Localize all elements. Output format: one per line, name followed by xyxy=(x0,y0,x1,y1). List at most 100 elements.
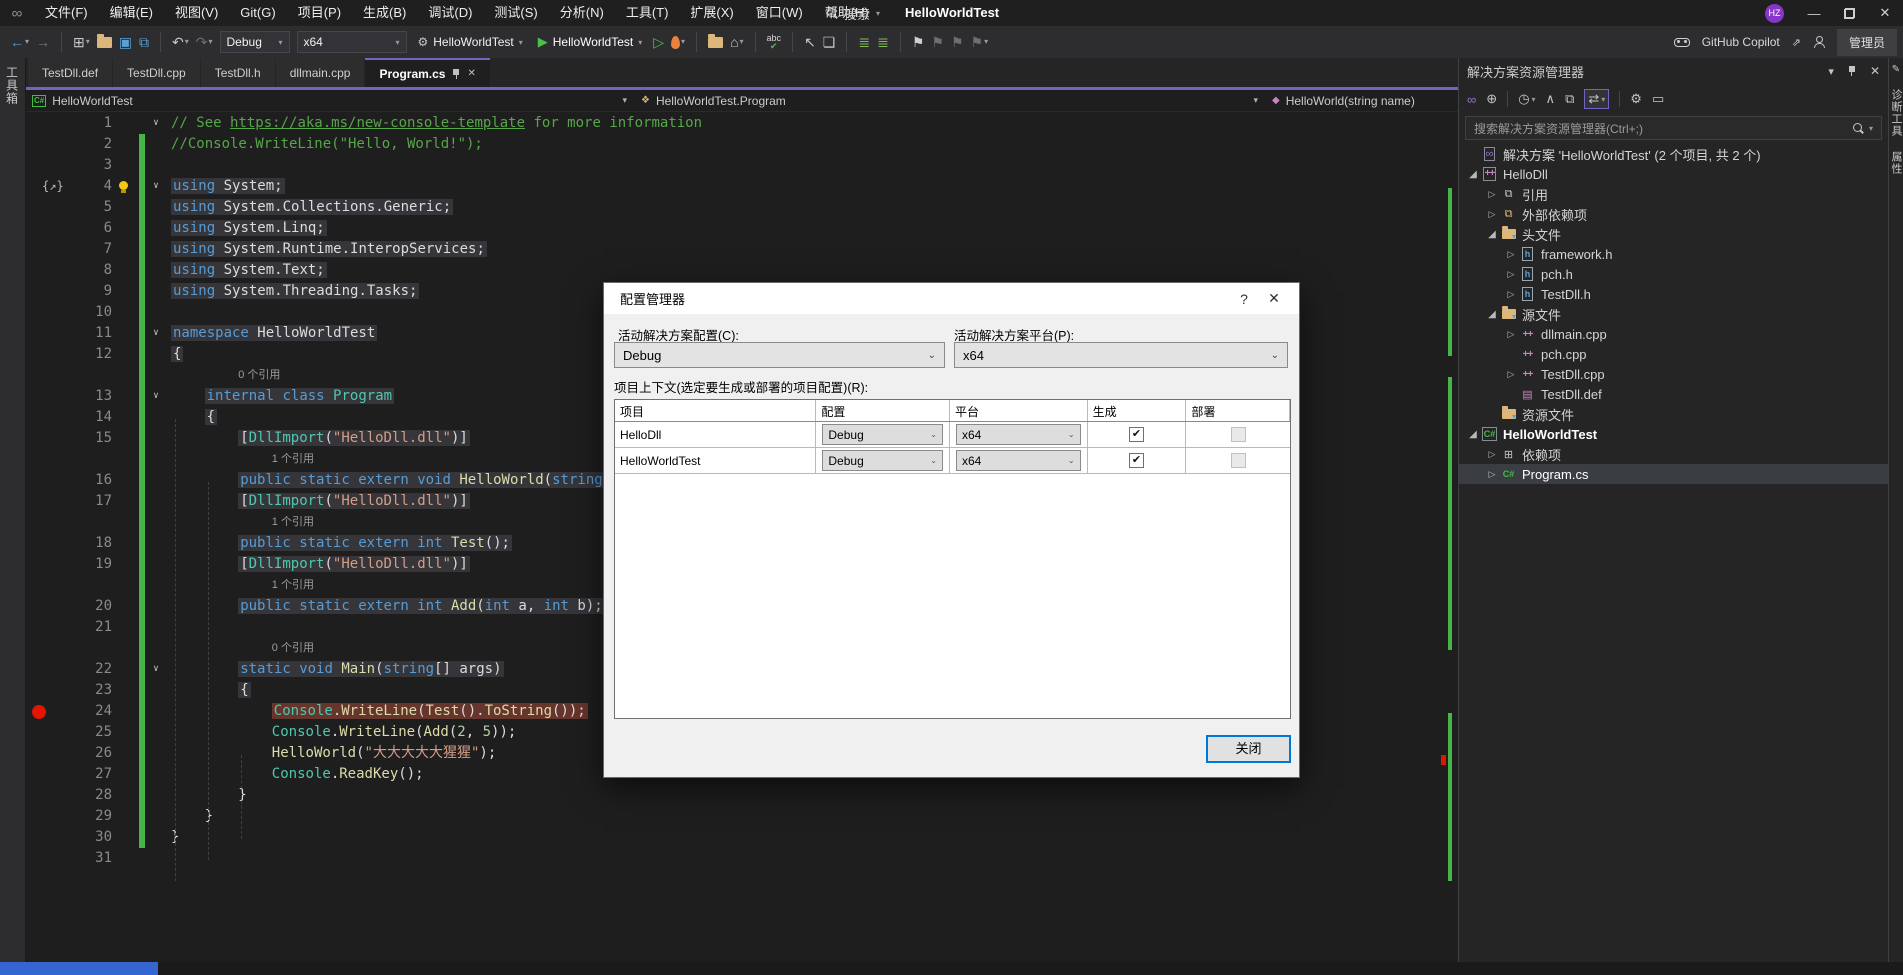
navigate-cursor-icon[interactable]: ↖ xyxy=(804,35,816,49)
menu-item[interactable]: Git(G) xyxy=(229,5,286,20)
github-copilot-icon[interactable] xyxy=(1674,38,1690,47)
deploy-checkbox[interactable] xyxy=(1231,427,1246,442)
document-tab[interactable]: dllmain.cpp xyxy=(276,58,365,87)
person-icon[interactable] xyxy=(1813,36,1825,48)
tree-item[interactable]: ▷⧉引用 xyxy=(1459,184,1888,204)
close-icon[interactable]: ✕ xyxy=(467,68,475,79)
breadcrumb-member[interactable]: ◆ HelloWorld(string name) xyxy=(1266,90,1458,111)
expander-icon[interactable]: ◢ xyxy=(1465,429,1481,440)
find-in-files-icon[interactable] xyxy=(708,37,723,48)
pin-icon[interactable] xyxy=(452,69,460,79)
menu-item[interactable]: 分析(N) xyxy=(549,5,615,20)
tab-properties[interactable]: 属性 xyxy=(1888,151,1903,175)
toolbox-tab[interactable]: 工具箱 xyxy=(5,66,21,105)
menu-item[interactable]: 工具(T) xyxy=(615,5,680,20)
build-checkbox[interactable]: ✔ xyxy=(1129,427,1144,442)
dialog-close-icon[interactable]: ✕ xyxy=(1259,290,1289,307)
bookmark-clear-icon[interactable]: ⚑▾ xyxy=(971,35,989,49)
fold-arrow-icon[interactable]: ∨ xyxy=(148,113,164,134)
close-icon[interactable]: ✕ xyxy=(1870,64,1880,78)
platform-combo[interactable]: x64⌄ xyxy=(956,424,1081,445)
expander-icon[interactable]: ▷ xyxy=(1484,209,1500,220)
expander-icon[interactable]: ◢ xyxy=(1484,309,1500,320)
codelens-references[interactable]: 0 个引用 xyxy=(272,638,314,659)
tree-item[interactable]: ++pch.cpp xyxy=(1459,344,1888,364)
menu-item[interactable]: 调试(D) xyxy=(417,5,483,20)
expander-icon[interactable]: ▷ xyxy=(1503,249,1519,260)
help-button[interactable]: ? xyxy=(1229,291,1259,307)
expander-icon[interactable]: ▷ xyxy=(1484,449,1500,460)
properties-pages-icon[interactable]: ⧉ xyxy=(1565,91,1574,107)
fold-arrow-icon[interactable]: ∨ xyxy=(148,176,164,197)
config-combo[interactable]: Debug⌄ xyxy=(822,450,943,471)
undo-icon[interactable]: ↶▾ xyxy=(172,35,189,49)
chevron-down-icon[interactable]: ▾ xyxy=(1828,65,1834,78)
table-row[interactable]: HelloDllDebug⌄x64⌄✔ xyxy=(615,422,1290,448)
expander-icon[interactable]: ▷ xyxy=(1503,369,1519,380)
solution-config-combo[interactable]: Debug▾ xyxy=(220,31,290,53)
tree-item[interactable]: ▷⊞依赖项 xyxy=(1459,444,1888,464)
bookmark-prev-icon[interactable]: ⚑ xyxy=(931,35,944,49)
expander-icon[interactable]: ▷ xyxy=(1503,269,1519,280)
config-combo[interactable]: Debug⌄ xyxy=(822,424,943,445)
run-button[interactable]: ▶HelloWorldTest▾ xyxy=(534,34,647,50)
codelens-references[interactable]: 1 个引用 xyxy=(272,512,314,533)
tab-diagnostic-tools[interactable]: 诊断工具 xyxy=(1888,89,1903,137)
solution-platform-combo[interactable]: x64▾ xyxy=(297,31,407,53)
wrench-icon[interactable]: ⚙ xyxy=(1630,91,1642,107)
new-project-icon[interactable]: ⊞▾ xyxy=(73,35,90,49)
open-file-icon[interactable] xyxy=(97,37,112,48)
tree-item[interactable]: 资源文件 xyxy=(1459,404,1888,424)
minimize-button[interactable]: — xyxy=(1804,6,1824,21)
solution-search-box[interactable]: 搜索解决方案资源管理器(Ctrl+;) ▾ xyxy=(1465,116,1882,140)
tree-item[interactable]: ∞解决方案 'HelloWorldTest' (2 个项目, 共 2 个) xyxy=(1459,144,1888,164)
preview-window-icon[interactable]: ⌂▾ xyxy=(730,35,743,49)
save-all-icon[interactable]: ⧉ xyxy=(139,35,149,49)
pin-icon[interactable] xyxy=(1848,66,1856,76)
scrollbar-change-mark[interactable] xyxy=(1448,377,1452,650)
tree-item[interactable]: ▷hTestDll.h xyxy=(1459,284,1888,304)
bookmark-icon[interactable]: ⚑ xyxy=(912,35,925,49)
expander-icon[interactable]: ◢ xyxy=(1484,229,1500,240)
switch-views-icon[interactable]: ∞ xyxy=(1467,92,1476,107)
dialog-close-button[interactable]: 关闭 xyxy=(1206,735,1291,763)
avatar[interactable]: HZ xyxy=(1765,4,1784,23)
menu-item[interactable]: 编辑(E) xyxy=(99,5,164,20)
build-checkbox[interactable]: ✔ xyxy=(1129,453,1144,468)
expander-icon[interactable]: ▷ xyxy=(1503,289,1519,300)
menu-item[interactable]: 窗口(W) xyxy=(745,5,814,20)
indent-icon[interactable]: ≣ xyxy=(877,35,889,49)
spell-check-icon[interactable]: abc✔ xyxy=(767,34,782,50)
expander-icon[interactable]: ▷ xyxy=(1484,189,1500,200)
menu-item[interactable]: 测试(S) xyxy=(483,5,548,20)
unindent-icon[interactable]: ≣ xyxy=(858,35,870,49)
globe-icon[interactable]: ⊕ xyxy=(1486,91,1497,107)
github-copilot-label[interactable]: GitHub Copilot xyxy=(1702,35,1780,49)
tree-item[interactable]: ▤TestDll.def xyxy=(1459,384,1888,404)
close-button[interactable]: ✕ xyxy=(1875,5,1895,21)
codelens-references[interactable]: 0 个引用 xyxy=(238,365,280,386)
sync-active-document-icon[interactable]: ⇄▾ xyxy=(1584,89,1609,109)
fold-arrow-icon[interactable]: ∨ xyxy=(148,659,164,680)
document-tab[interactable]: TestDll.cpp xyxy=(113,58,200,87)
tree-item[interactable]: ▷⧉外部依赖项 xyxy=(1459,204,1888,224)
run-without-debug-icon[interactable]: ▷ xyxy=(653,35,664,49)
brace-suggestion-icon[interactable]: {↗} xyxy=(42,176,64,197)
tree-item[interactable]: ▷hpch.h xyxy=(1459,264,1888,284)
menu-item[interactable]: 扩展(X) xyxy=(679,5,744,20)
expander-icon[interactable]: ▷ xyxy=(1484,469,1500,480)
bookmark-next-icon[interactable]: ⚑ xyxy=(951,35,964,49)
nav-forward-icon[interactable]: → xyxy=(36,35,50,49)
expander-icon[interactable]: ◢ xyxy=(1465,169,1481,180)
tree-item[interactable]: ◢源文件 xyxy=(1459,304,1888,324)
breadcrumb-type[interactable]: ❖ HelloWorldTest.Program ▾ xyxy=(635,90,1266,111)
codelens-references[interactable]: 1 个引用 xyxy=(272,575,314,596)
table-row[interactable]: HelloWorldTestDebug⌄x64⌄✔ xyxy=(615,448,1290,474)
document-tab[interactable]: TestDll.def xyxy=(28,58,112,87)
redo-icon[interactable]: ↷▾ xyxy=(196,35,213,49)
deploy-checkbox[interactable] xyxy=(1231,453,1246,468)
active-config-combo[interactable]: Debug ⌄ xyxy=(614,342,945,368)
menu-item[interactable]: 文件(F) xyxy=(34,5,99,20)
scrollbar-change-mark[interactable] xyxy=(1448,188,1452,356)
platform-combo[interactable]: x64⌄ xyxy=(956,450,1081,471)
